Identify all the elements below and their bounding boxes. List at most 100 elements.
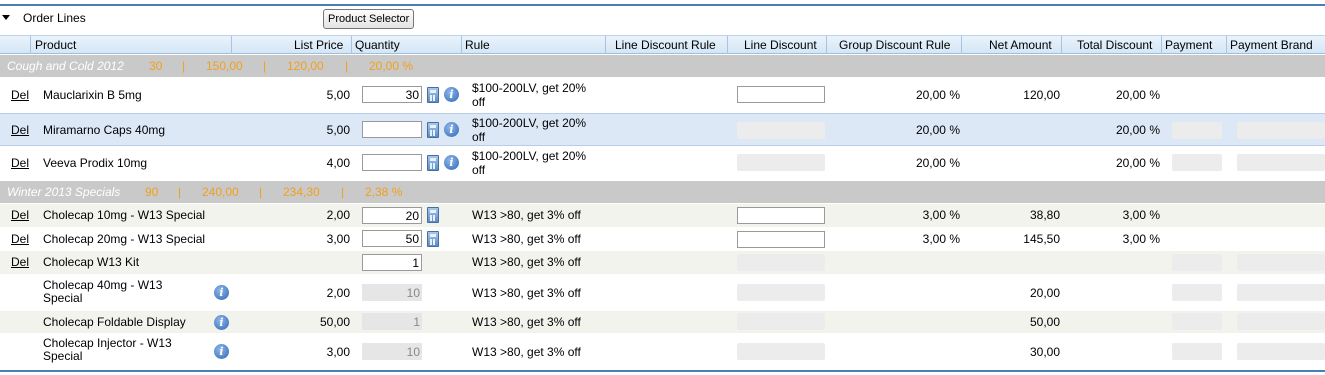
info-icon[interactable]: i — [214, 315, 229, 330]
quantity-input[interactable] — [362, 86, 422, 103]
line-discount-input[interactable] — [737, 86, 825, 103]
table-row: Cholecap Foldable Display i 50,00 W13 >8… — [0, 311, 1325, 333]
group-quantity: 30 — [149, 59, 163, 73]
calculator-icon[interactable] — [427, 87, 439, 103]
group-discount-rule: 3,00 % — [922, 208, 960, 222]
info-icon[interactable]: i — [214, 285, 229, 300]
product-name: Mauclarixin B 5mg — [43, 88, 142, 102]
total-discount: 20,00 % — [1115, 156, 1160, 170]
payment-brand-field — [1237, 313, 1325, 330]
group-discount-rule: 20,00 % — [915, 88, 960, 102]
group-discount-rule: 3,00 % — [922, 232, 960, 246]
rule-text: $100-200LV, get 20% off — [472, 81, 587, 109]
quantity-input[interactable] — [362, 207, 422, 224]
line-discount-empty — [737, 122, 825, 139]
line-discount-empty — [737, 284, 825, 301]
net-amount: 20,00 — [1029, 286, 1060, 300]
payment-field — [1172, 343, 1222, 360]
quantity-readonly — [362, 343, 422, 360]
rule-text: W13 >80, get 3% off — [472, 345, 581, 359]
rule-text: W13 >80, get 3% off — [472, 286, 581, 300]
group-quantity: 90 — [145, 185, 159, 199]
table-row: Del Cholecap W13 Kit W13 >80, get 3% off — [0, 251, 1325, 274]
list-price: 3,00 — [326, 345, 350, 359]
group-name: Cough and Cold 2012 — [7, 59, 124, 73]
col-line-discount[interactable]: Line Discount — [744, 38, 817, 52]
list-price: 3,00 — [326, 232, 350, 246]
info-icon[interactable]: i — [444, 122, 459, 137]
product-name: Cholecap Foldable Display — [43, 315, 186, 329]
bottom-border — [0, 370, 1325, 372]
net-amount: 30,00 — [1029, 345, 1060, 359]
info-icon[interactable]: i — [444, 155, 459, 170]
total-discount: 20,00 % — [1115, 123, 1160, 137]
rule-text: W13 >80, get 3% off — [472, 315, 581, 329]
calculator-icon[interactable] — [427, 155, 439, 171]
delete-link[interactable]: Del — [11, 88, 29, 102]
order-lines-header: Order Lines Product Selector — [0, 6, 1325, 34]
calculator-icon[interactable] — [427, 231, 439, 247]
delete-link[interactable]: Del — [11, 123, 29, 137]
list-price: 4,00 — [326, 156, 350, 170]
delete-link[interactable]: Del — [11, 232, 29, 246]
quantity-readonly — [362, 313, 422, 330]
product-selector-button[interactable]: Product Selector — [323, 9, 415, 29]
calculator-icon[interactable] — [427, 207, 439, 223]
col-total-discount[interactable]: Total Discount — [1077, 38, 1152, 52]
info-icon[interactable]: i — [214, 344, 229, 359]
payment-brand-field — [1237, 122, 1325, 139]
quantity-readonly — [362, 284, 422, 301]
group-discount: 2,38 % — [365, 185, 403, 199]
list-price: 5,00 — [326, 123, 350, 137]
table-row: Cholecap Injector - W13 Special i 3,00 W… — [0, 333, 1325, 369]
col-product[interactable]: Product — [35, 38, 76, 52]
table-row-selected[interactable]: Del Miramarno Caps 40mg 5,00 i $100-200L… — [0, 113, 1325, 146]
group-amount: 150,00 — [206, 59, 243, 73]
line-discount-empty — [737, 254, 825, 271]
col-payment-brand[interactable]: Payment Brand — [1230, 38, 1313, 52]
collapse-arrow-icon[interactable] — [2, 15, 10, 20]
total-discount: 3,00 % — [1122, 208, 1160, 222]
calculator-icon[interactable] — [427, 122, 439, 138]
net-amount: 50,00 — [1029, 315, 1060, 329]
net-amount: 120,00 — [1023, 88, 1060, 102]
quantity-input[interactable] — [362, 230, 422, 247]
quantity-input[interactable] — [362, 121, 422, 138]
col-rule[interactable]: Rule — [465, 38, 490, 52]
payment-brand-field — [1237, 154, 1325, 171]
col-group-discount-rule[interactable]: Group Discount Rule — [839, 38, 950, 52]
net-amount: 145,50 — [1023, 232, 1060, 246]
net-amount: 38,80 — [1029, 208, 1060, 222]
line-discount-input[interactable] — [737, 207, 825, 224]
line-discount-input[interactable] — [737, 231, 825, 248]
group-amount: 240,00 — [202, 185, 239, 199]
group-row: Winter 2013 Specials 90 | 240,00 | 234,3… — [0, 181, 1325, 203]
delete-link[interactable]: Del — [11, 255, 29, 269]
table-row: Del Veeva Prodix 10mg 4,00 i $100-200LV,… — [0, 147, 1325, 180]
rule-text: $100-200LV, get 20% off — [472, 149, 587, 177]
group-discount-rule: 20,00 % — [915, 156, 960, 170]
product-name: Miramarno Caps 40mg — [43, 123, 166, 137]
col-payment[interactable]: Payment — [1165, 38, 1212, 52]
product-name: Veeva Prodix 10mg — [43, 156, 148, 170]
line-discount-empty — [737, 343, 825, 360]
payment-field — [1172, 154, 1222, 171]
col-quantity[interactable]: Quantity — [355, 38, 400, 52]
quantity-input[interactable] — [362, 254, 422, 271]
delete-link[interactable]: Del — [11, 156, 29, 170]
col-line-discount-rule[interactable]: Line Discount Rule — [615, 38, 716, 52]
col-net-amount[interactable]: Net Amount — [989, 38, 1052, 52]
list-price: 5,00 — [326, 88, 350, 102]
delete-link[interactable]: Del — [11, 208, 29, 222]
quantity-input[interactable] — [362, 154, 422, 171]
line-discount-empty — [737, 154, 825, 171]
column-header-row: Product List Price Quantity Rule Line Di… — [0, 35, 1325, 54]
product-name: Cholecap 20mg - W13 Special — [43, 232, 206, 246]
group-net: 234,30 — [283, 185, 320, 199]
group-discount: 20,00 % — [369, 59, 414, 73]
info-icon[interactable]: i — [444, 87, 459, 102]
payment-field — [1172, 284, 1222, 301]
col-list-price[interactable]: List Price — [294, 38, 343, 52]
payment-brand-field — [1237, 343, 1325, 360]
payment-brand-field — [1237, 284, 1325, 301]
